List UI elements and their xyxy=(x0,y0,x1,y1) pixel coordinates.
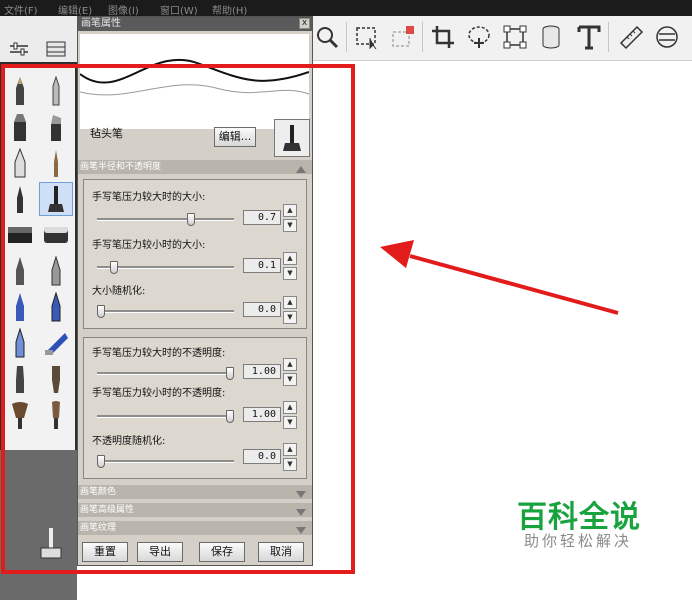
watermark-subtitle: 助你轻松解决 xyxy=(524,532,633,550)
